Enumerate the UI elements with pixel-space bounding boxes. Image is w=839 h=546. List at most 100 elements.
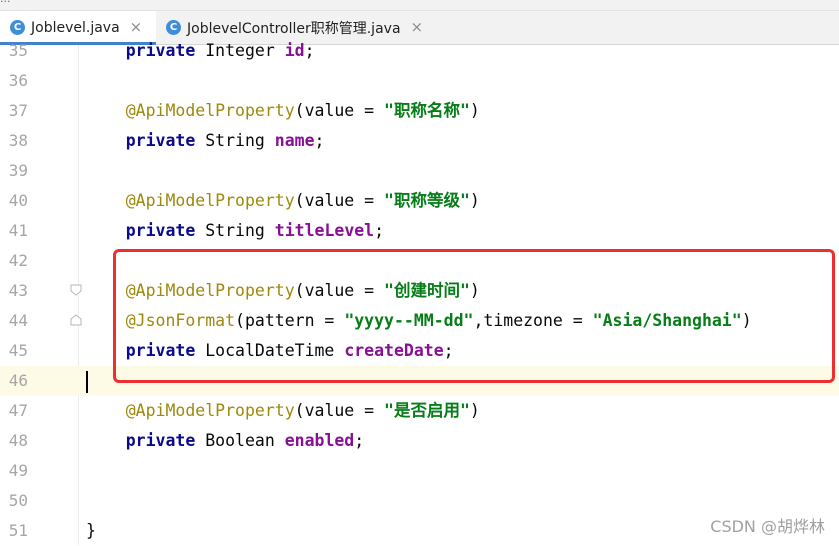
code-token: (value = (294, 101, 385, 120)
code-line[interactable]: 38 private String name; (0, 126, 839, 156)
code-token: private (125, 221, 196, 240)
code-line[interactable]: 47 @ApiModelProperty(value = "是否启用") (0, 396, 839, 426)
code-token: ; (314, 131, 325, 150)
code-line[interactable]: 37 @ApiModelProperty(value = "职称名称") (0, 96, 839, 126)
code-token: "职称名称" (384, 101, 470, 120)
class-icon: C (166, 20, 181, 35)
code-text: @ApiModelProperty(value = "职称名称") (86, 96, 480, 126)
code-token: "是否启用" (384, 401, 470, 420)
code-text: @ApiModelProperty(value = "职称等级") (86, 186, 480, 216)
window-top-strip: ... (0, 0, 839, 11)
line-number: 49 (8, 461, 28, 480)
code-token: (value = (294, 281, 385, 300)
line-number: 44 (8, 311, 28, 330)
line-number: 47 (8, 401, 28, 420)
class-icon: C (10, 20, 25, 35)
line-number: 43 (8, 281, 28, 300)
code-token: ) (469, 401, 480, 420)
code-line[interactable]: 40 @ApiModelProperty(value = "职称等级") (0, 186, 839, 216)
line-number: 41 (8, 221, 28, 240)
code-line[interactable]: 50 (0, 486, 839, 516)
line-number: 46 (8, 371, 28, 390)
code-token: LocalDateTime (195, 341, 345, 360)
line-number: 45 (8, 341, 28, 360)
line-number: 36 (8, 71, 28, 90)
code-line[interactable]: 44 @JsonFormat(pattern = "yyyy--MM-dd",t… (0, 306, 839, 336)
code-line[interactable]: 35 private Integer id; (0, 36, 839, 66)
code-token: ; (374, 221, 385, 240)
code-token: name (274, 131, 315, 150)
text-caret (86, 371, 88, 393)
code-token: private (125, 41, 196, 60)
code-line[interactable]: 45 private LocalDateTime createDate; (0, 336, 839, 366)
code-token: Integer (195, 41, 285, 60)
code-text: private String titleLevel; (86, 216, 384, 246)
code-token: id (284, 41, 305, 60)
line-number: 51 (8, 521, 28, 540)
code-token: @ApiModelProperty (125, 281, 295, 300)
line-number: 48 (8, 431, 28, 450)
close-icon[interactable]: × (411, 20, 424, 35)
line-number: 37 (8, 101, 28, 120)
code-token: (pattern = (235, 311, 345, 330)
line-number: 42 (8, 251, 28, 270)
code-text: } (86, 516, 96, 546)
breadcrumb: ... (0, 0, 11, 5)
code-line[interactable]: 41 private String titleLevel; (0, 216, 839, 246)
code-token: ; (304, 41, 315, 60)
code-token: createDate (344, 341, 444, 360)
code-line[interactable]: 49 (0, 456, 839, 486)
code-token: ) (469, 191, 480, 210)
code-token: Boolean (195, 431, 285, 450)
code-token: ) (469, 101, 480, 120)
code-line[interactable]: 39 (0, 156, 839, 186)
code-text: private String name; (86, 126, 325, 156)
code-line[interactable]: 36 (0, 66, 839, 96)
line-number: 39 (8, 161, 28, 180)
code-line[interactable]: 43 @ApiModelProperty(value = "创建时间") (0, 276, 839, 306)
csdn-watermark: CSDN @胡烨林 (710, 517, 825, 536)
code-text: private Boolean enabled; (86, 426, 364, 456)
code-token: ; (354, 431, 365, 450)
code-token: "创建时间" (384, 281, 470, 300)
code-token: "职称等级" (384, 191, 470, 210)
code-token: "yyyy--MM-dd" (344, 311, 474, 330)
line-number: 50 (8, 491, 28, 510)
code-token: @JsonFormat (125, 311, 236, 330)
code-token: @ApiModelProperty (125, 191, 295, 210)
close-icon[interactable]: × (130, 20, 143, 35)
code-text: private Integer id; (86, 36, 315, 66)
tab-label: JoblevelController职称管理.java (187, 20, 401, 37)
code-token: "Asia/Shanghai" (592, 311, 742, 330)
code-token: } (86, 521, 96, 540)
code-line[interactable]: 48 private Boolean enabled; (0, 426, 839, 456)
code-editor[interactable]: 35 private Integer id; 36 37 @ApiModelProp… (0, 41, 839, 546)
code-token: (value = (294, 401, 385, 420)
code-token: private (125, 131, 196, 150)
code-token: ; (443, 341, 454, 360)
line-number: 40 (8, 191, 28, 210)
code-token: enabled (284, 431, 355, 450)
code-token: String (195, 131, 275, 150)
code-token: ,timezone = (473, 311, 593, 330)
code-token: (value = (294, 191, 385, 210)
code-token: ) (469, 281, 480, 300)
code-text: @ApiModelProperty(value = "创建时间") (86, 276, 480, 306)
code-token: private (125, 341, 196, 360)
line-number: 35 (8, 41, 28, 60)
tab-label: Joblevel.java (31, 19, 120, 36)
code-token: titleLevel (274, 221, 375, 240)
code-text: @JsonFormat(pattern = "yyyy--MM-dd",time… (86, 306, 752, 336)
code-text: @ApiModelProperty(value = "是否启用") (86, 396, 480, 426)
code-text: private LocalDateTime createDate; (86, 336, 454, 366)
line-number: 38 (8, 131, 28, 150)
fold-end-icon[interactable] (70, 314, 82, 326)
code-token: ) (741, 311, 752, 330)
code-token: String (195, 221, 275, 240)
code-token: private (125, 431, 196, 450)
code-token: @ApiModelProperty (125, 101, 295, 120)
fold-start-icon[interactable] (70, 284, 82, 296)
code-token: @ApiModelProperty (125, 401, 295, 420)
code-line[interactable]: 46 (0, 366, 839, 396)
code-line[interactable]: 42 (0, 246, 839, 276)
